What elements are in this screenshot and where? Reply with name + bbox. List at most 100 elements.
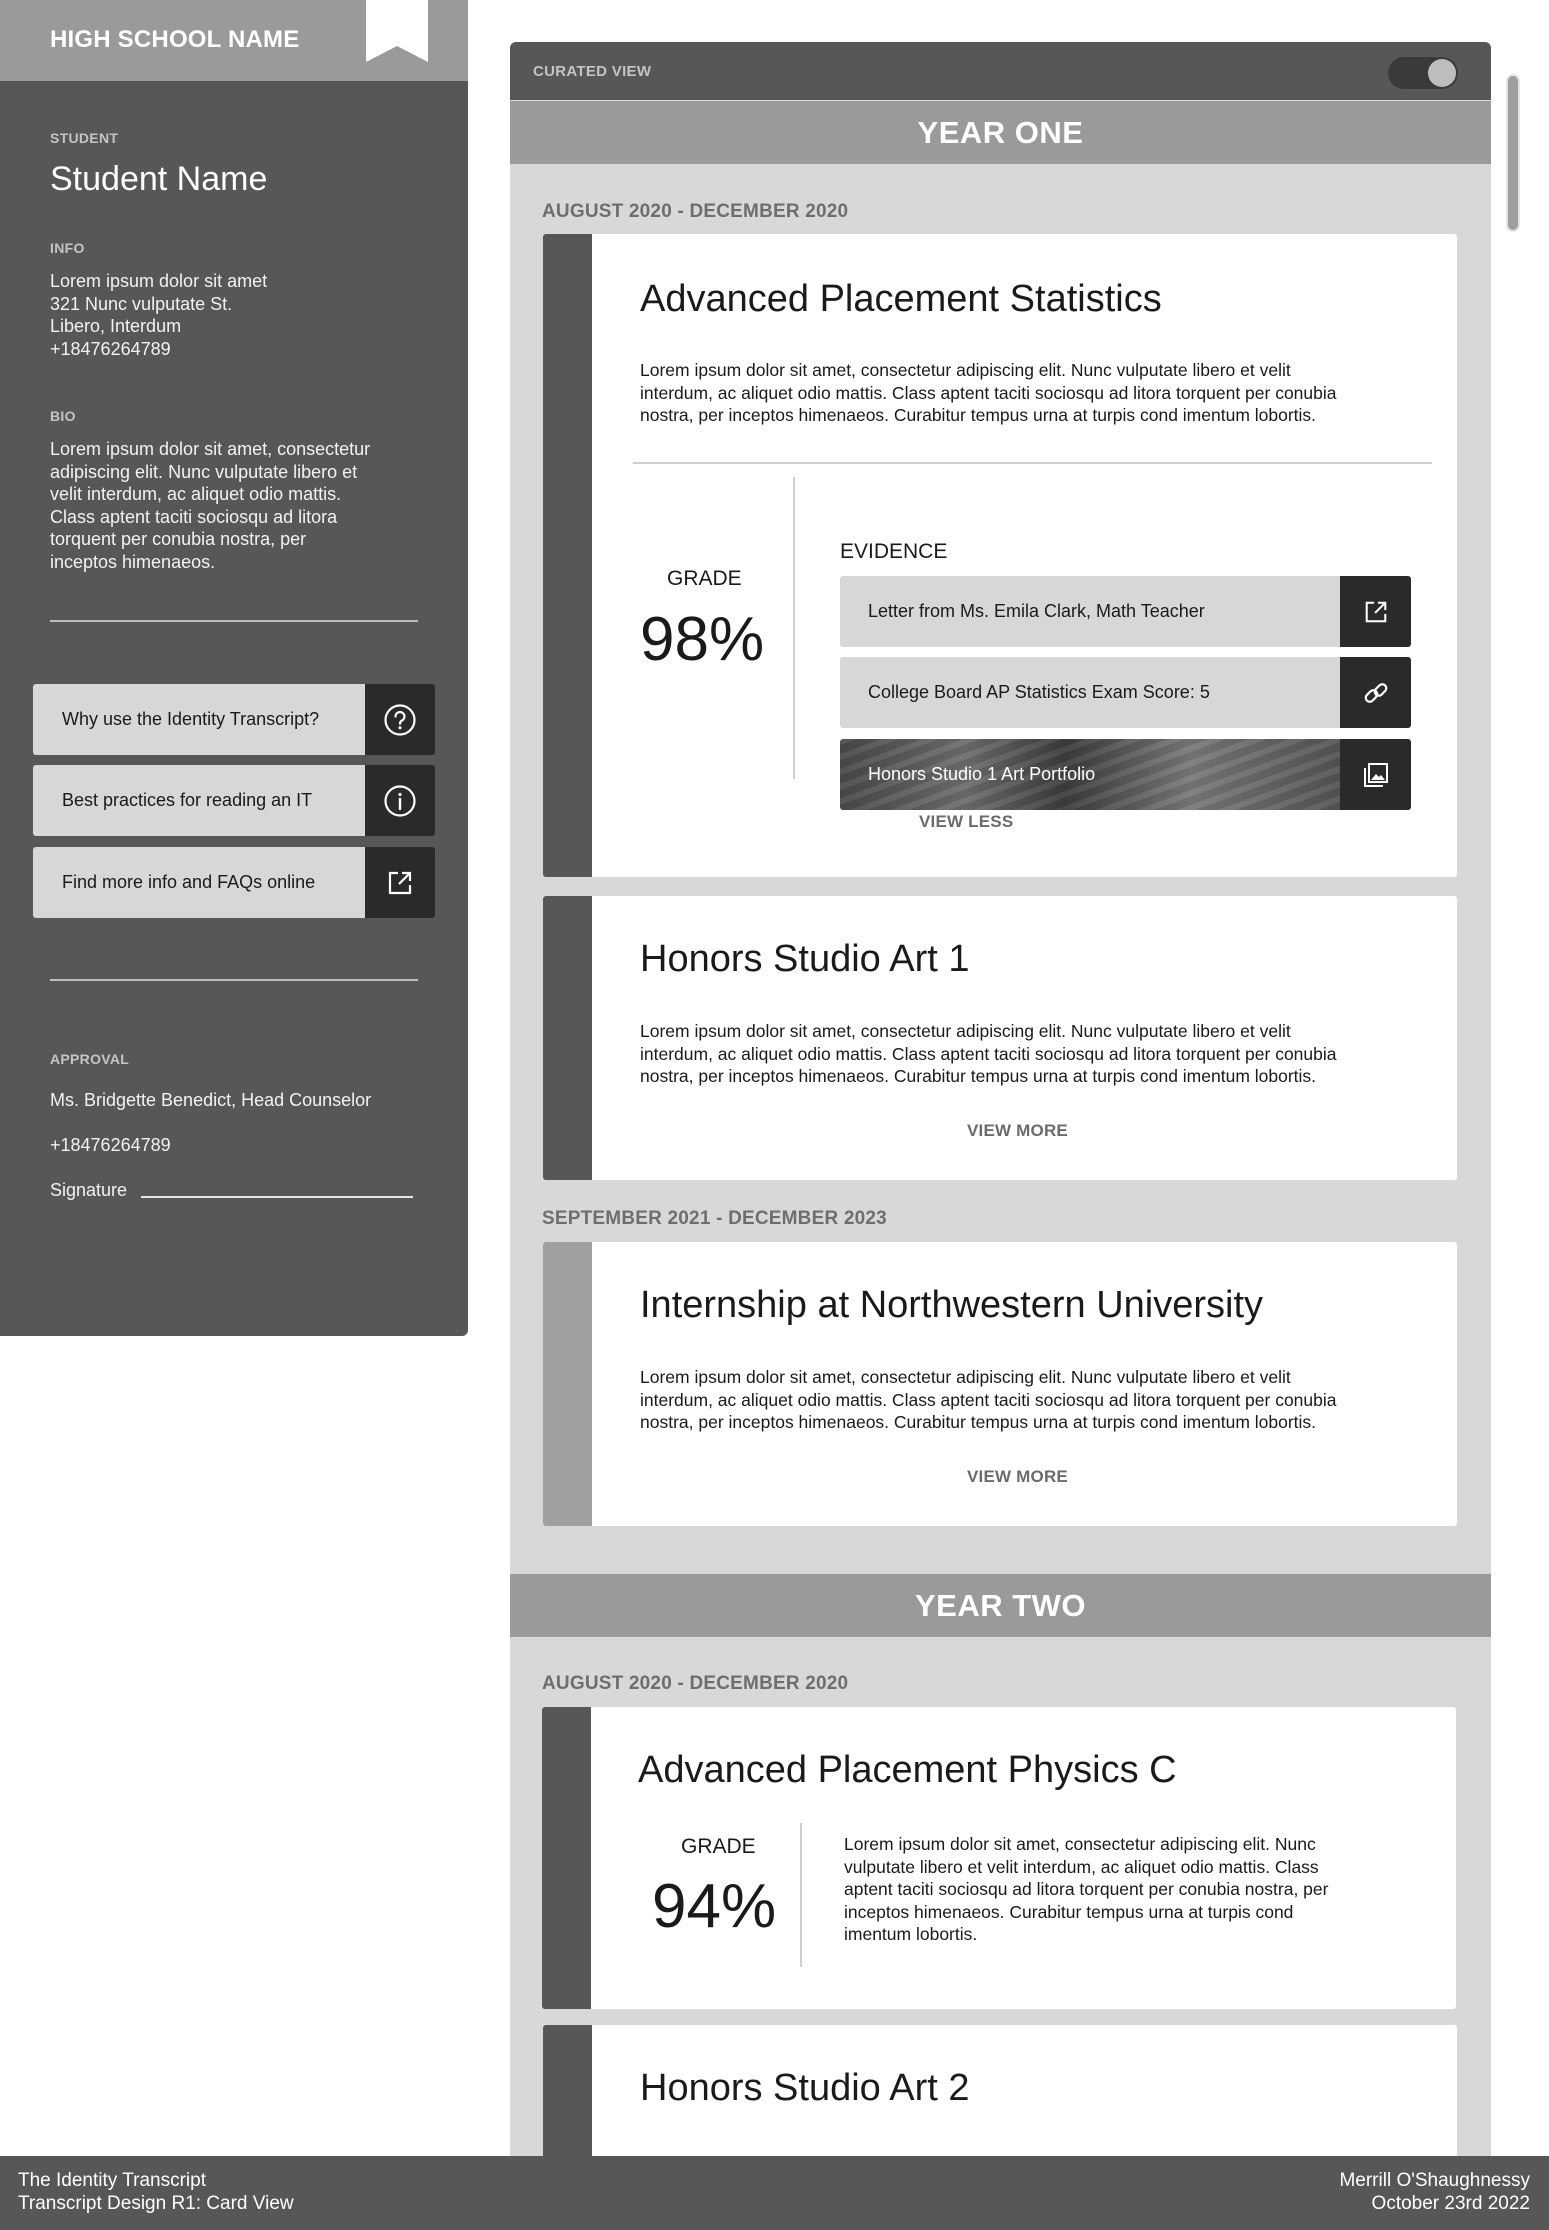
evidence-label-text: Letter from Ms. Emila Clark, Math Teache… (840, 576, 1340, 647)
evidence-label: EVIDENCE (840, 540, 948, 563)
card-stripe (543, 896, 592, 1180)
view-less-link[interactable]: VIEW LESS (919, 812, 1013, 832)
footer-date: October 23rd 2022 (1371, 2193, 1530, 2214)
best-practices-button[interactable]: Best practices for reading an IT (33, 765, 435, 836)
card-title: Advanced Placement Statistics (640, 278, 1162, 320)
desc-line: Lorem ipsum dolor sit amet, consectetur … (640, 1021, 1291, 1041)
desc-line: inceptos himenaeos. Curabitur tempus urn… (844, 1901, 1294, 1922)
link-icon (1340, 657, 1411, 728)
school-header: HIGH SCHOOL NAME (0, 0, 468, 81)
course-card-studio-art-1: Honors Studio Art 1 Lorem ipsum dolor si… (543, 896, 1457, 1180)
bio-line: torquent per conubia nostra, per (50, 529, 307, 549)
evidence-art-portfolio-button[interactable]: Honors Studio 1 Art Portfolio (840, 739, 1411, 810)
card-title: Honors Studio Art 2 (640, 2067, 970, 2109)
desc-line: aptent taciti sociosqu ad litora torquen… (844, 1879, 1329, 1899)
student-name: Student Name (50, 160, 268, 198)
toggle-knob (1428, 59, 1456, 87)
button-label: Find more info and FAQs online (33, 847, 365, 918)
card-title: Advanced Placement Physics C (638, 1749, 1177, 1791)
bio-line: inceptos himenaeos. (50, 551, 216, 572)
grade-value: 94% (652, 1872, 777, 1941)
card-description: Lorem ipsum dolor sit amet, consectetur … (844, 1833, 1404, 1946)
curated-view-bar: CURATED VIEW (510, 42, 1491, 100)
bio-line: velit interdum, ac aliquet odio mattis. (50, 484, 342, 504)
view-more-link[interactable]: VIEW MORE (967, 1467, 1068, 1487)
bio-line: Lorem ipsum dolor sit amet, consectetur (50, 439, 371, 459)
card-stripe (543, 1242, 592, 1526)
bio-line: adipiscing elit. Nunc vulputate libero e… (50, 461, 358, 482)
course-card-studio-art-2: Honors Studio Art 2 (543, 2025, 1457, 2156)
image-gallery-icon (1340, 739, 1411, 810)
year-two-header: YEAR TWO (510, 1574, 1491, 1637)
card-title: Internship at Northwestern University (640, 1284, 1264, 1326)
question-circle-icon (365, 684, 435, 755)
external-link-icon (365, 847, 435, 918)
course-card-ap-physics: Advanced Placement Physics C GRADE 94% L… (542, 1707, 1456, 2009)
card-stripe (542, 1707, 591, 2009)
button-label: Best practices for reading an IT (33, 765, 365, 836)
evidence-label-text: College Board AP Statistics Exam Score: … (840, 657, 1340, 728)
school-name: HIGH SCHOOL NAME (50, 26, 300, 53)
desc-line: vulputate libero et velit interdum, ac a… (844, 1856, 1319, 1877)
experience-card-internship: Internship at Northwestern University Lo… (543, 1242, 1457, 1526)
scrollbar-thumb[interactable] (1506, 74, 1520, 232)
bio-line: Class aptent taciti sociosqu ad litora (50, 506, 338, 527)
why-use-it-button[interactable]: Why use the Identity Transcript? (33, 684, 435, 755)
course-card-ap-statistics: Advanced Placement Statistics Lorem ipsu… (543, 234, 1457, 877)
info-line: Libero, Interdum (50, 316, 182, 336)
footer: The Identity Transcript Transcript Desig… (0, 2156, 1549, 2230)
desc-line: Lorem ipsum dolor sit amet, consectetur … (640, 1367, 1291, 1387)
desc-line: interdum, ac aliquet odio mattis. Class … (640, 1043, 1337, 1064)
desc-line: imentum lobortis. (844, 1924, 978, 1944)
divider (50, 620, 418, 622)
approval-label: APPROVAL (50, 1051, 130, 1067)
desc-line: nostra, per inceptos himenaeos. Curabitu… (640, 1412, 1317, 1432)
grade-label: GRADE (667, 567, 742, 590)
desc-line: Lorem ipsum dolor sit amet, consectetur … (844, 1834, 1316, 1854)
bookmark-icon (366, 0, 428, 62)
grade-divider (793, 477, 795, 779)
desc-line: interdum, ac aliquet odio mattis. Class … (640, 382, 1337, 403)
bio-text: Lorem ipsum dolor sit amet, consectetur … (50, 438, 420, 573)
student-label: STUDENT (50, 130, 119, 146)
card-title: Honors Studio Art 1 (640, 938, 970, 980)
view-more-link[interactable]: VIEW MORE (967, 1121, 1068, 1141)
footer-project-title: The Identity Transcript (18, 2170, 206, 2191)
info-label: INFO (50, 240, 85, 256)
info-line: +18476264789 (50, 338, 171, 359)
card-description: Lorem ipsum dolor sit amet, consectetur … (640, 1366, 1420, 1434)
card-description: Lorem ipsum dolor sit amet, consectetur … (640, 359, 1420, 427)
desc-line: interdum, ac aliquet odio mattis. Class … (640, 1389, 1337, 1410)
footer-design-name: Transcript Design R1: Card View (18, 2193, 294, 2214)
sidebar: HIGH SCHOOL NAME STUDENT Student Name IN… (0, 0, 468, 1336)
date-range-label: SEPTEMBER 2021 - DECEMBER 2023 (542, 1208, 887, 1229)
faqs-online-button[interactable]: Find more info and FAQs online (33, 847, 435, 918)
signature-label: Signature (50, 1180, 128, 1200)
button-label: Why use the Identity Transcript? (33, 684, 365, 755)
year-one-header: YEAR ONE (510, 101, 1491, 164)
info-line: 321 Nunc vulputate St. (50, 293, 233, 314)
evidence-thumbnail: Honors Studio 1 Art Portfolio (840, 739, 1340, 810)
curated-view-toggle[interactable] (1388, 57, 1458, 89)
curated-view-label: CURATED VIEW (533, 63, 652, 80)
divider (50, 979, 418, 981)
card-stripe (543, 2025, 592, 2156)
card-divider (633, 462, 1432, 464)
desc-line: nostra, per inceptos himenaeos. Curabitu… (640, 1066, 1317, 1086)
date-range-label: AUGUST 2020 - DECEMBER 2020 (542, 201, 849, 222)
footer-author: Merrill O'Shaughnessy (1339, 2170, 1530, 2191)
grade-divider (800, 1823, 802, 1967)
signature-line (141, 1196, 413, 1198)
approver-name: Ms. Bridgette Benedict, Head Counselor (50, 1090, 372, 1110)
external-link-icon (1340, 576, 1411, 647)
grade-value: 98% (640, 605, 765, 674)
card-description: Lorem ipsum dolor sit amet, consectetur … (640, 1020, 1420, 1088)
card-stripe (543, 234, 592, 877)
evidence-exam-score-button[interactable]: College Board AP Statistics Exam Score: … (840, 657, 1411, 728)
grade-label: GRADE (681, 1835, 756, 1858)
desc-line: Lorem ipsum dolor sit amet, consectetur … (640, 360, 1291, 380)
info-line: Lorem ipsum dolor sit amet (50, 271, 268, 291)
transcript-panel: CURATED VIEW YEAR ONE AUGUST 2020 - DECE… (510, 42, 1491, 2156)
evidence-letter-button[interactable]: Letter from Ms. Emila Clark, Math Teache… (840, 576, 1411, 647)
approver-phone: +18476264789 (50, 1135, 171, 1155)
